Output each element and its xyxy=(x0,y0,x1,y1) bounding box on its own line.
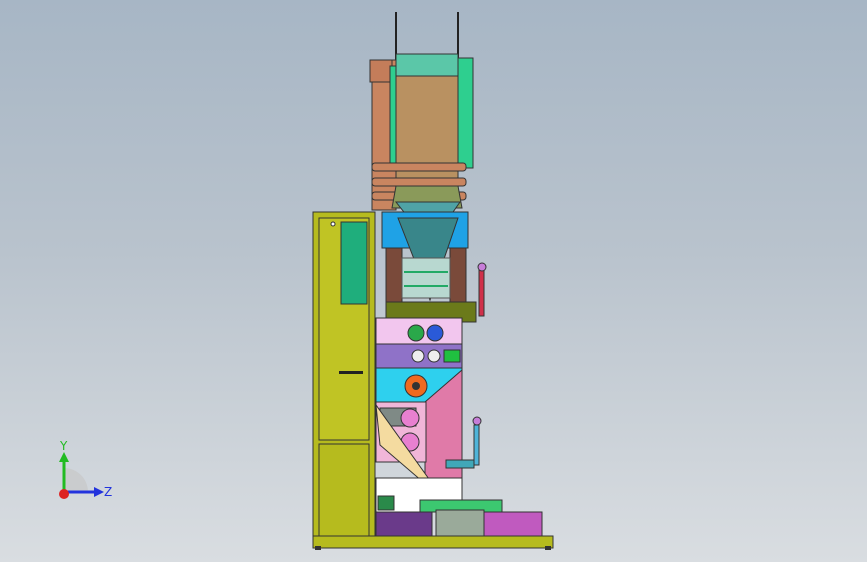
roller-blue xyxy=(426,324,444,342)
mechanism-window xyxy=(401,257,451,299)
copper-tube-1 xyxy=(371,162,467,172)
machine-base xyxy=(312,535,554,549)
cabinet-handle xyxy=(339,371,363,374)
cabinet-lock xyxy=(330,221,336,227)
y-arrow-head xyxy=(59,452,69,462)
lever-lower xyxy=(473,424,480,466)
lever-upper-knob xyxy=(477,262,487,272)
roller-green xyxy=(407,324,425,342)
frame-post-right xyxy=(449,247,467,303)
z-axis-label: Z xyxy=(104,485,112,499)
z-arrow-head xyxy=(94,487,104,497)
copper-tube-2 xyxy=(371,177,467,187)
machine-model[interactable] xyxy=(0,0,867,562)
gear-motor xyxy=(435,509,485,537)
cabinet-lower-door xyxy=(318,443,370,537)
electrical-box xyxy=(483,511,543,537)
orientation-triad: Y Z xyxy=(59,440,112,499)
y-axis-label: Y xyxy=(59,440,68,453)
cutter-wheel xyxy=(400,408,420,428)
lever-upper xyxy=(478,269,485,317)
x-axis-dot xyxy=(59,489,69,499)
hopper-top xyxy=(395,53,459,79)
3d-viewport[interactable]: Y Z xyxy=(0,0,867,562)
copper-cap xyxy=(369,59,393,83)
lever-lower-knob xyxy=(472,416,482,426)
cabinet-panel xyxy=(340,221,368,305)
motor-box xyxy=(375,511,433,537)
frame-post-left xyxy=(385,247,403,303)
